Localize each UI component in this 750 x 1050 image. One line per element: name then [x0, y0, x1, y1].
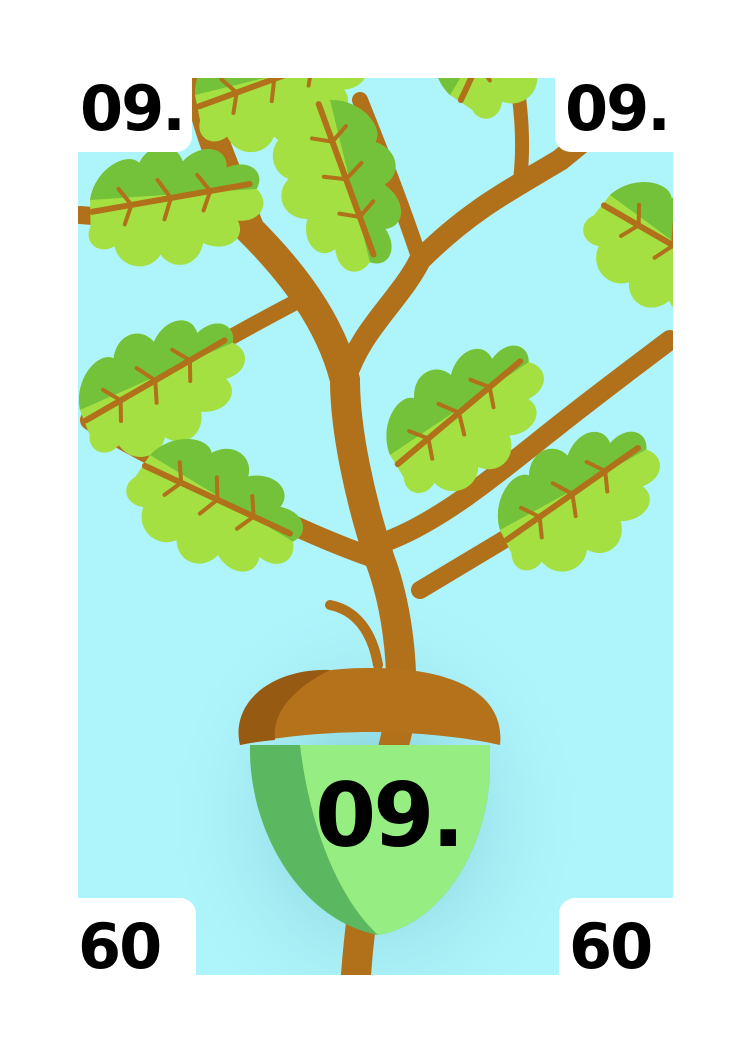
rotated-label-bottom-left: 60 — [78, 910, 162, 983]
playing-card: 09. 09. 60 60 09. — [0, 0, 750, 1050]
center-rank-label: 09. — [315, 764, 465, 867]
corner-top-left: 09. — [60, 60, 192, 152]
card-illustration — [78, 78, 673, 975]
corner-bottom-right: 60 — [559, 898, 690, 990]
rank-label-top-left: 09. — [80, 72, 186, 145]
corner-top-right: 09. — [555, 60, 690, 152]
rotated-label-bottom-right: 60 — [569, 910, 653, 983]
rank-label-top-right: 09. — [565, 72, 671, 145]
corner-bottom-left: 60 — [60, 898, 196, 990]
